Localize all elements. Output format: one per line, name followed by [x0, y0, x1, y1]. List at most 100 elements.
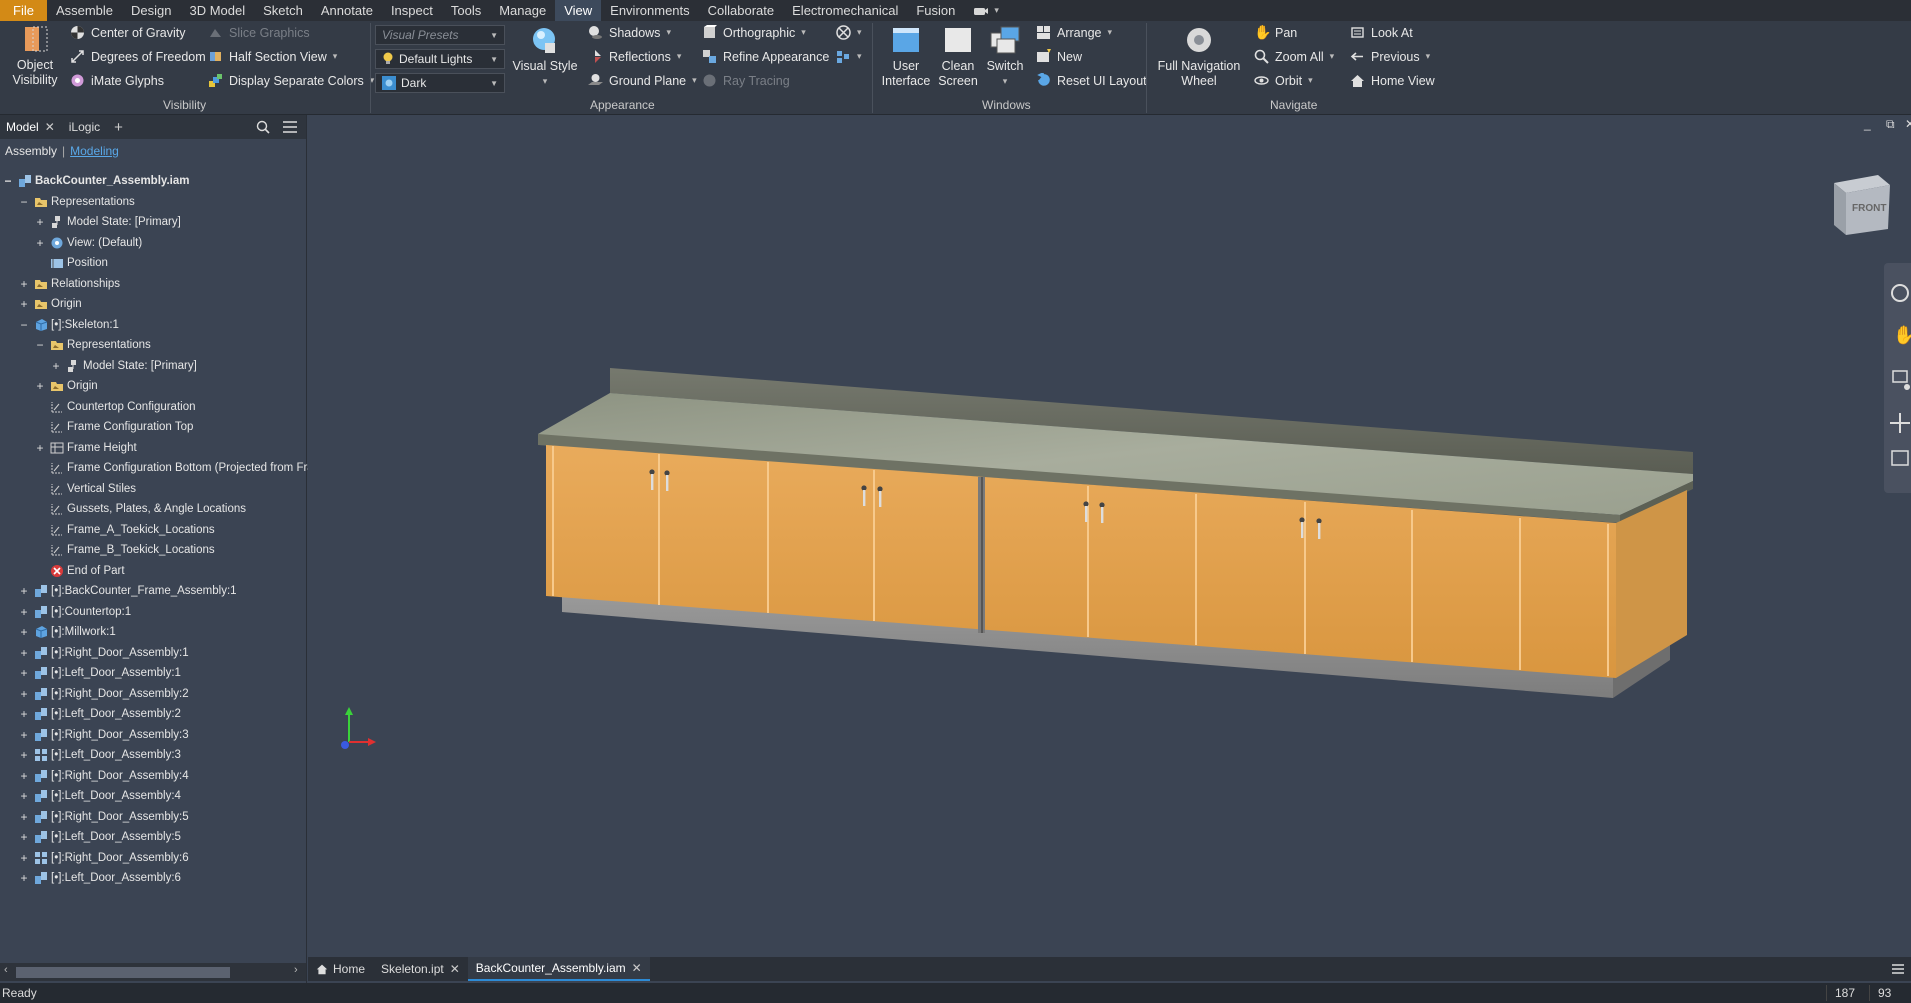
scroll-right-icon[interactable]: ›: [294, 964, 298, 976]
tree-node[interactable]: + [•]:Left_Door_Assembly:1: [18, 663, 180, 683]
tree-node[interactable]: + [•]:Right_Door_Assembly:1: [18, 643, 188, 663]
orthographic-button[interactable]: Orthographic ▾: [702, 25, 806, 40]
tab-skeleton-ipt[interactable]: Skeleton.ipt ✕: [373, 957, 468, 981]
tree-node[interactable]: Gussets, Plates, & Angle Locations: [34, 499, 246, 519]
tab-design[interactable]: Design: [122, 0, 180, 21]
tree-node[interactable]: + Origin: [18, 294, 81, 314]
tree-node[interactable]: + [•]:Countertop:1: [18, 602, 131, 622]
reset-ui-layout-button[interactable]: Reset UI Layout: [1036, 73, 1147, 88]
visibility-options-button[interactable]: ▾: [836, 25, 862, 40]
tab-model[interactable]: Model ✕: [2, 120, 59, 134]
expand-icon[interactable]: +: [18, 830, 30, 844]
object-visibility-button[interactable]: Object Visibility: [10, 24, 60, 88]
clean-screen-button[interactable]: Clean Screen: [938, 25, 978, 89]
tab-view[interactable]: View: [555, 0, 602, 21]
tree-node[interactable]: + Model State: [Primary]: [50, 356, 196, 376]
tab-electromechanical[interactable]: Electromechanical: [783, 0, 907, 21]
full-navigation-wheel-button[interactable]: Full Navigation Wheel: [1154, 25, 1244, 89]
tree-node[interactable]: + [•]:Left_Door_Assembly:5: [18, 827, 180, 847]
close-icon[interactable]: ✕: [45, 120, 55, 134]
tree-node[interactable]: + [•]:Millwork:1: [18, 622, 115, 642]
expand-icon[interactable]: +: [18, 871, 30, 885]
half-section-view-button[interactable]: Half Section View ▾: [208, 49, 337, 64]
tree-node[interactable]: + [•]:BackCounter_Frame_Assembly:1: [18, 581, 236, 601]
home-view-button[interactable]: Home View: [1350, 73, 1435, 88]
collapse-icon[interactable]: −: [18, 195, 30, 209]
scroll-left-icon[interactable]: ‹: [4, 964, 8, 976]
tree-node[interactable]: + [•]:Left_Door_Assembly:6: [18, 868, 180, 888]
visual-presets-dropdown[interactable]: Visual Presets ▼: [375, 25, 505, 45]
expand-icon[interactable]: +: [18, 728, 30, 742]
orbit-button[interactable]: Orbit ▾: [1254, 73, 1313, 88]
user-interface-button[interactable]: User Interface: [878, 25, 934, 89]
tab-list-button[interactable]: [1891, 957, 1911, 981]
restore-icon[interactable]: ⧉: [1886, 117, 1895, 132]
expand-icon[interactable]: +: [18, 748, 30, 762]
center-of-gravity-button[interactable]: Center of Gravity: [70, 25, 185, 40]
shadows-button[interactable]: Shadows ▾: [588, 25, 671, 40]
tree-node[interactable]: End of Part: [34, 561, 125, 581]
expand-icon[interactable]: +: [34, 215, 46, 229]
display-mode-button[interactable]: ▾: [836, 49, 862, 64]
tree-node[interactable]: + Relationships: [18, 274, 120, 294]
collapse-icon[interactable]: −: [2, 174, 14, 188]
tree-node[interactable]: + [•]:Right_Door_Assembly:5: [18, 807, 188, 827]
expand-icon[interactable]: +: [18, 646, 30, 660]
previous-view-button[interactable]: Previous ▾: [1350, 49, 1430, 64]
expand-icon[interactable]: +: [18, 297, 30, 311]
tree-node[interactable]: + [•]:Left_Door_Assembly:4: [18, 786, 180, 806]
expand-icon[interactable]: +: [18, 605, 30, 619]
lighting-style-dropdown[interactable]: Default Lights ▼: [375, 49, 505, 69]
refine-appearance-button[interactable]: Refine Appearance: [702, 49, 829, 64]
tree-node[interactable]: Position: [34, 253, 108, 273]
scrollbar-thumb[interactable]: [16, 967, 230, 978]
tab-inspect[interactable]: Inspect: [382, 0, 442, 21]
expand-icon[interactable]: +: [34, 236, 46, 250]
tree-node[interactable]: − Representations: [34, 335, 150, 355]
tree-node[interactable]: − Representations: [18, 192, 134, 212]
tab-annotate[interactable]: Annotate: [312, 0, 382, 21]
collapse-icon[interactable]: −: [34, 338, 46, 352]
degrees-of-freedom-button[interactable]: Degrees of Freedom: [70, 49, 206, 64]
menu-icon[interactable]: [282, 120, 298, 134]
tree-node[interactable]: + [•]:Right_Door_Assembly:2: [18, 684, 188, 704]
ribbon-options-button[interactable]: ▾: [964, 0, 1009, 21]
tab-environments[interactable]: Environments: [601, 0, 698, 21]
imate-glyphs-button[interactable]: iMate Glyphs: [70, 73, 164, 88]
close-icon[interactable]: ✕: [632, 961, 642, 975]
tree-node[interactable]: − [•]:Skeleton:1: [18, 315, 118, 335]
search-icon[interactable]: [256, 120, 270, 134]
tree-node[interactable]: + [•]:Right_Door_Assembly:3: [18, 725, 188, 745]
tree-node[interactable]: + [•]:Left_Door_Assembly:2: [18, 704, 180, 724]
tab-file[interactable]: File: [0, 0, 47, 21]
tree-node[interactable]: Frame_B_Toekick_Locations: [34, 540, 215, 560]
assembly-view-link[interactable]: Assembly: [5, 144, 57, 158]
tab-fusion[interactable]: Fusion: [907, 0, 964, 21]
tree-node[interactable]: Vertical Stiles: [34, 479, 136, 499]
expand-icon[interactable]: +: [18, 789, 30, 803]
ground-plane-button[interactable]: Ground Plane ▾: [588, 73, 697, 88]
reflections-button[interactable]: Reflections ▾: [588, 49, 681, 64]
tree-node[interactable]: Frame Configuration Bottom (Projected fr…: [34, 458, 341, 478]
tree-node[interactable]: Frame Configuration Top: [34, 417, 193, 437]
expand-icon[interactable]: +: [18, 666, 30, 680]
expand-icon[interactable]: +: [18, 584, 30, 598]
expand-icon[interactable]: +: [18, 707, 30, 721]
tab-tools[interactable]: Tools: [442, 0, 490, 21]
collapse-icon[interactable]: −: [18, 318, 30, 332]
switch-button[interactable]: Switch ▾: [982, 25, 1028, 89]
add-tab-icon[interactable]: +: [114, 119, 123, 136]
cabinet-side[interactable]: [1616, 490, 1687, 678]
expand-icon[interactable]: +: [18, 769, 30, 783]
expand-icon[interactable]: +: [50, 359, 62, 373]
new-window-button[interactable]: New: [1036, 49, 1082, 64]
tree-node[interactable]: + Frame Height: [34, 438, 136, 458]
ray-tracing-button[interactable]: Ray Tracing: [702, 73, 790, 88]
tree-node[interactable]: + [•]:Left_Door_Assembly:3: [18, 745, 180, 765]
tab-backcounter-assembly[interactable]: BackCounter_Assembly.iam ✕: [467, 957, 650, 981]
tree-node[interactable]: − BackCounter_Assembly.iam: [2, 171, 189, 191]
tab-assemble[interactable]: Assemble: [47, 0, 122, 21]
expand-icon[interactable]: +: [34, 379, 46, 393]
zoom-all-button[interactable]: Zoom All ▾: [1254, 49, 1334, 64]
slice-graphics-button[interactable]: Slice Graphics: [208, 25, 310, 40]
